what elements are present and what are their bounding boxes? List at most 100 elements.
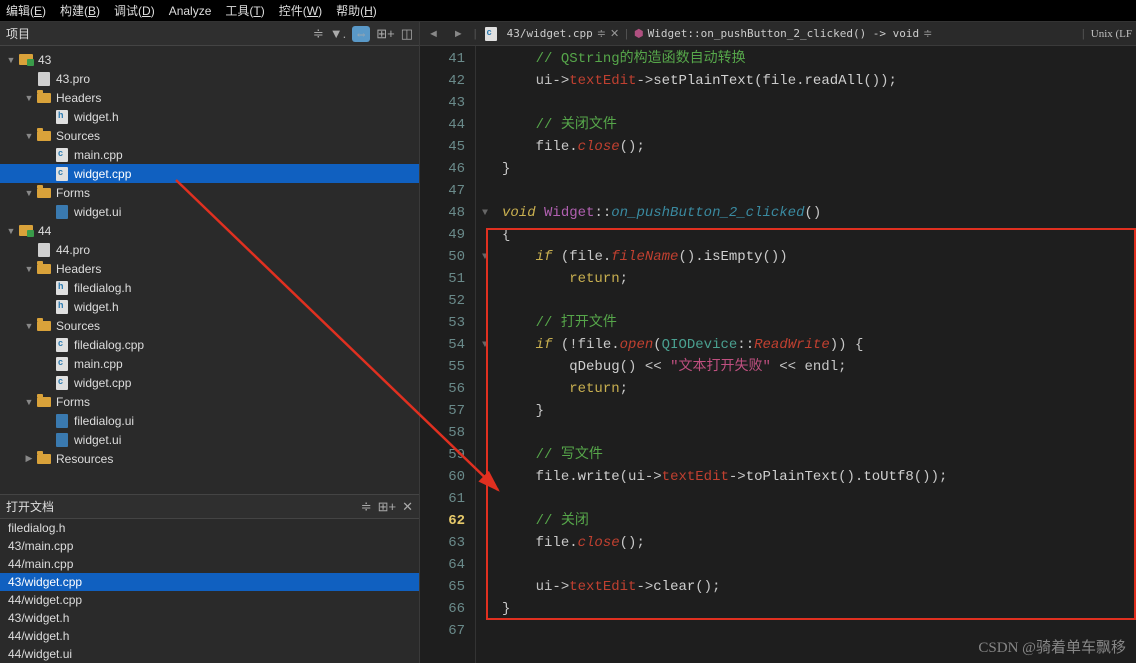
fold-column[interactable]: ▼ ▼ ▼ bbox=[476, 46, 494, 663]
tree-item[interactable]: filedialog.cpp bbox=[0, 335, 419, 354]
expand-icon[interactable]: ▼ bbox=[22, 131, 36, 141]
code-line[interactable]: } bbox=[502, 400, 1136, 422]
code-line[interactable]: qDebug() << "文本打开失败" << endl; bbox=[502, 356, 1136, 378]
code-line[interactable]: return; bbox=[502, 378, 1136, 400]
expand-icon[interactable]: ▼ bbox=[4, 226, 18, 236]
code-line[interactable]: if (file.fileName().isEmpty()) bbox=[502, 246, 1136, 268]
menu-item[interactable]: 编辑(E) bbox=[6, 2, 46, 19]
open-doc-item[interactable]: 44/widget.h bbox=[0, 627, 419, 645]
code-line[interactable]: void Widget::on_pushButton_2_clicked() bbox=[502, 202, 1136, 224]
open-doc-item[interactable]: filedialog.h bbox=[0, 519, 419, 537]
code-line[interactable]: file.close(); bbox=[502, 136, 1136, 158]
code-line[interactable]: file.close(); bbox=[502, 532, 1136, 554]
menu-item[interactable]: 帮助(H) bbox=[336, 2, 377, 19]
add-icon[interactable]: ⊞+ bbox=[376, 26, 394, 42]
tree-item[interactable]: ▼Forms bbox=[0, 392, 419, 411]
menu-item[interactable]: 调试(D) bbox=[114, 2, 155, 19]
symbol-tab[interactable]: ⬢ Widget::on_pushButton_2_clicked() -> v… bbox=[634, 27, 932, 40]
code-line[interactable]: // 写文件 bbox=[502, 444, 1136, 466]
code-area[interactable]: // QString的构造函数自动转换 ui->textEdit->setPla… bbox=[494, 46, 1136, 663]
expand-icon[interactable]: ▼ bbox=[22, 264, 36, 274]
code-line[interactable]: file.write(ui->textEdit->toPlainText().t… bbox=[502, 466, 1136, 488]
tree-item[interactable]: ▶Resources bbox=[0, 449, 419, 468]
code-editor[interactable]: 4142434445464748495051525354555657585960… bbox=[420, 46, 1136, 663]
tree-item[interactable]: ▼Forms bbox=[0, 183, 419, 202]
menu-item[interactable]: 控件(W) bbox=[279, 2, 322, 19]
tree-item[interactable]: widget.h bbox=[0, 297, 419, 316]
file-tab[interactable]: 43/widget.cpp ≑ ✕ bbox=[483, 27, 620, 41]
code-line[interactable]: // 打开文件 bbox=[502, 312, 1136, 334]
tree-item[interactable]: ▼Headers bbox=[0, 88, 419, 107]
nav-back-icon[interactable]: ◄ bbox=[424, 28, 443, 40]
add-icon[interactable]: ⊞+ bbox=[378, 499, 396, 515]
expand-icon[interactable]: ▼ bbox=[22, 321, 36, 331]
code-line[interactable]: ui->textEdit->clear(); bbox=[502, 576, 1136, 598]
code-line[interactable]: { bbox=[502, 224, 1136, 246]
line-number: 45 bbox=[420, 136, 465, 158]
tree-item[interactable]: ▼43 bbox=[0, 50, 419, 69]
open-docs-list[interactable]: filedialog.h43/main.cpp44/main.cpp43/wid… bbox=[0, 519, 419, 663]
expand-icon[interactable]: ▼ bbox=[22, 397, 36, 407]
open-doc-item[interactable]: 44/widget.cpp bbox=[0, 591, 419, 609]
tree-item[interactable]: ▼44 bbox=[0, 221, 419, 240]
expand-icon[interactable]: ▼ bbox=[22, 188, 36, 198]
split-icon[interactable]: ◫ bbox=[401, 26, 413, 42]
tree-item[interactable]: ▼Headers bbox=[0, 259, 419, 278]
dropdown-icon[interactable]: ≑ bbox=[313, 26, 324, 42]
h-icon bbox=[54, 110, 70, 124]
nav-fwd-icon[interactable]: ► bbox=[449, 28, 468, 40]
tree-item[interactable]: 43.pro bbox=[0, 69, 419, 88]
open-doc-item[interactable]: 43/widget.cpp bbox=[0, 573, 419, 591]
code-line[interactable]: } bbox=[502, 598, 1136, 620]
code-line[interactable]: // 关闭文件 bbox=[502, 114, 1136, 136]
line-number: 53 bbox=[420, 312, 465, 334]
expand-icon[interactable]: ▼ bbox=[22, 93, 36, 103]
link-icon[interactable]: ⇔ bbox=[352, 26, 370, 42]
tree-item[interactable]: widget.cpp bbox=[0, 373, 419, 392]
project-tree[interactable]: ▼4343.pro▼Headerswidget.h▼Sourcesmain.cp… bbox=[0, 46, 419, 494]
tree-item[interactable]: widget.h bbox=[0, 107, 419, 126]
code-line[interactable] bbox=[502, 180, 1136, 202]
fold-icon[interactable]: ▼ bbox=[476, 246, 494, 268]
tree-item[interactable]: widget.ui bbox=[0, 202, 419, 221]
code-line[interactable] bbox=[502, 554, 1136, 576]
close-tab-icon[interactable]: ✕ bbox=[610, 27, 619, 40]
tree-item[interactable]: main.cpp bbox=[0, 145, 419, 164]
expand-icon[interactable]: ▶ bbox=[22, 453, 36, 464]
code-line[interactable]: // QString的构造函数自动转换 bbox=[502, 48, 1136, 70]
tree-item[interactable]: widget.cpp bbox=[0, 164, 419, 183]
tree-item[interactable]: ▼Sources bbox=[0, 316, 419, 335]
tree-item[interactable]: filedialog.ui bbox=[0, 411, 419, 430]
code-line[interactable]: if (!file.open(QIODevice::ReadWrite)) { bbox=[502, 334, 1136, 356]
dropdown-icon[interactable]: ≑ bbox=[923, 27, 932, 40]
expand-icon[interactable]: ▼ bbox=[4, 55, 18, 65]
fold-icon[interactable]: ▼ bbox=[476, 334, 494, 356]
tree-item[interactable]: filedialog.h bbox=[0, 278, 419, 297]
close-icon[interactable]: ✕ bbox=[402, 499, 413, 515]
code-line[interactable]: return; bbox=[502, 268, 1136, 290]
tree-item[interactable]: widget.ui bbox=[0, 430, 419, 449]
tree-item[interactable]: ▼Sources bbox=[0, 126, 419, 145]
tree-item[interactable]: main.cpp bbox=[0, 354, 419, 373]
menu-item[interactable]: 工具(T) bbox=[225, 2, 264, 19]
open-doc-item[interactable]: 43/main.cpp bbox=[0, 537, 419, 555]
code-line[interactable]: ui->textEdit->setPlainText(file.readAll(… bbox=[502, 70, 1136, 92]
fold-icon[interactable]: ▼ bbox=[476, 202, 494, 224]
open-doc-item[interactable]: 44/main.cpp bbox=[0, 555, 419, 573]
menu-item[interactable]: Analyze bbox=[169, 4, 212, 18]
code-line[interactable] bbox=[502, 290, 1136, 312]
filter-icon[interactable]: ▼. bbox=[330, 26, 346, 42]
code-line[interactable]: } bbox=[502, 158, 1136, 180]
code-line[interactable] bbox=[502, 92, 1136, 114]
dropdown-icon[interactable]: ≑ bbox=[361, 499, 372, 515]
open-doc-item[interactable]: 43/widget.h bbox=[0, 609, 419, 627]
code-line[interactable]: // 关闭 bbox=[502, 510, 1136, 532]
code-line[interactable] bbox=[502, 422, 1136, 444]
tree-item[interactable]: 44.pro bbox=[0, 240, 419, 259]
menu-item[interactable]: 构建(B) bbox=[60, 2, 100, 19]
dropdown-icon[interactable]: ≑ bbox=[597, 27, 606, 40]
encoding-label[interactable]: Unix (LF bbox=[1091, 28, 1132, 40]
fold-icon bbox=[476, 70, 494, 92]
code-line[interactable] bbox=[502, 488, 1136, 510]
open-doc-item[interactable]: 44/widget.ui bbox=[0, 645, 419, 663]
